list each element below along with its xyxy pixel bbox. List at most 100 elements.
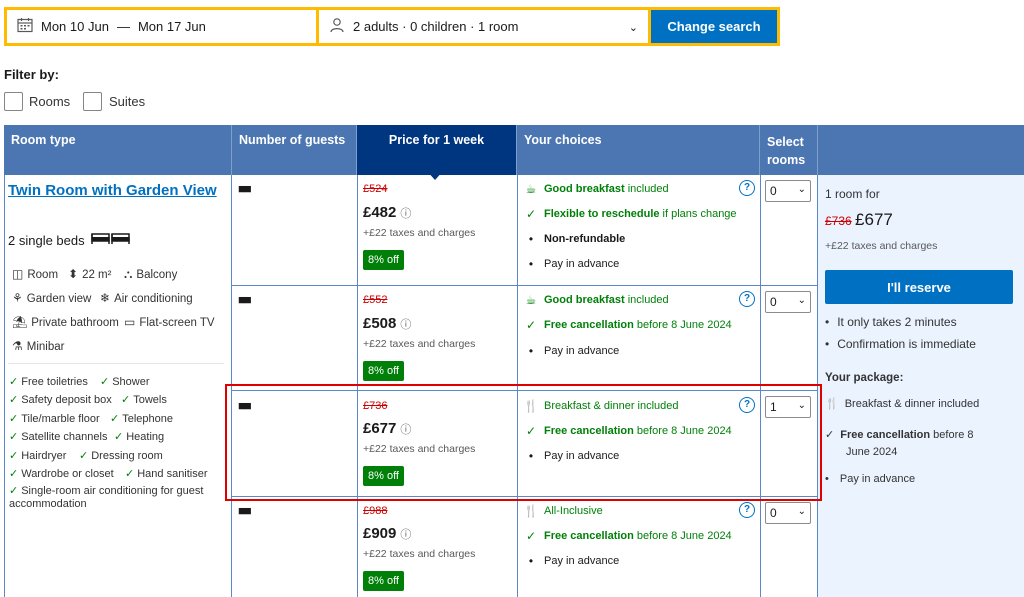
feature-balcony: ⛬ Balcony: [124, 267, 178, 281]
coffee-cup-icon: ☕: [525, 182, 537, 196]
info-icon[interactable]: ⓘ: [400, 319, 411, 331]
room-title-link[interactable]: Twin Room with Garden View: [8, 181, 218, 200]
row-separator: [231, 285, 817, 286]
suites-checkbox-label: Suites: [109, 94, 146, 109]
info-icon[interactable]: ⓘ: [400, 529, 411, 541]
reservation-summary-panel: [817, 175, 1024, 597]
filter-title: Filter by:: [4, 67, 59, 82]
help-icon[interactable]: ?: [739, 291, 755, 307]
reserve-button[interactable]: I'll reserve: [825, 270, 1013, 304]
amenity: ✓ Safety deposit box: [9, 394, 112, 406]
taxes-text: +£22 taxes and charges: [363, 227, 476, 239]
search-bar: Mon 10 Jun — Mon 17 Jun 2 adults · 0 chi…: [4, 7, 780, 46]
bullet-icon: •: [825, 473, 829, 485]
summary-price: £736 £677: [825, 210, 893, 230]
feature-room: ◫ Room: [12, 267, 59, 281]
header-your-choices: Your choices: [517, 125, 760, 175]
chevron-down-icon: ⌄: [797, 295, 806, 306]
chevron-down-icon: ⌄: [797, 506, 806, 517]
rooms-checkbox[interactable]: [4, 92, 23, 111]
amenity: ✓ Tile/marble floor: [9, 413, 100, 425]
size-icon: ⬍: [68, 267, 79, 281]
discounted-price: £508 ⓘ: [363, 315, 412, 332]
summary-taxes: +£22 taxes and charges: [825, 240, 938, 252]
feature-flat-screen-tv: ▭ Flat-screen TV: [124, 315, 215, 329]
tv-icon: ▭: [124, 315, 136, 329]
taxes-text: +£22 taxes and charges: [363, 548, 476, 560]
choice-pay: • Pay in advance: [523, 554, 619, 568]
choice-flexible: ✓ Flexible to reschedule if plans change: [523, 207, 737, 221]
choice-breakfast: ☕ Good breakfast included: [523, 293, 669, 307]
help-icon[interactable]: ?: [739, 180, 755, 196]
check-icon: ✓: [110, 413, 120, 425]
check-icon: ✓: [9, 394, 19, 406]
choice-all-inclusive: 🍴 All-Inclusive: [523, 504, 603, 518]
amenity: ✓ Wardrobe or closet: [9, 468, 114, 480]
feature-air-conditioning: ❄ Air conditioning: [100, 291, 193, 305]
guests-selector[interactable]: 2 adults · 0 children · 1 room ⌄: [319, 10, 648, 43]
package-title: Your package:: [825, 372, 904, 384]
room-quantity-select[interactable]: 0 ⌄: [765, 291, 811, 313]
check-icon: ✓: [100, 376, 110, 388]
room-quantity-select[interactable]: 0 ⌄: [765, 502, 811, 524]
check-icon: ✓: [9, 431, 19, 443]
choice-free-cancellation: ✓ Free cancellation before 8 June 2024: [523, 529, 732, 543]
guests-summary: 2 adults · 0 children · 1 room: [353, 19, 519, 34]
snowflake-icon: ❄: [100, 291, 111, 305]
rooms-checkbox-label: Rooms: [29, 94, 71, 109]
checkout-date: Mon 17 Jun: [137, 19, 206, 34]
two-guests-icon: ■■: [238, 503, 252, 518]
choice-pay: • Pay in advance: [523, 344, 619, 358]
summary-total-price: £677: [855, 210, 893, 229]
choice-breakfast: ☕ Good breakfast included: [523, 182, 669, 196]
amenity: ✓ Hairdryer: [9, 450, 67, 462]
feature-private-bathroom: ⛱ Private bathroom: [12, 315, 119, 329]
check-icon: ✓: [525, 318, 537, 332]
check-icon: ✓: [114, 431, 124, 443]
chevron-down-icon: ⌄: [628, 22, 638, 34]
checkin-date: Mon 10 Jun: [41, 19, 109, 34]
original-price: £988: [363, 505, 388, 517]
summary-original-price: £736: [825, 214, 852, 228]
two-guests-icon: ■■: [238, 181, 252, 196]
header-number-of-guests: Number of guests: [232, 125, 357, 175]
choice-pay: • Pay in advance: [523, 257, 619, 271]
discounted-price: £482 ⓘ: [363, 204, 412, 221]
dates-separator: —: [116, 19, 130, 34]
suites-checkbox[interactable]: [83, 92, 102, 111]
check-icon: ✓: [121, 394, 131, 406]
package-meal: 🍴 Breakfast & dinner included: [825, 398, 980, 410]
help-icon[interactable]: ?: [739, 502, 755, 518]
feature-minibar: ⚗ Minibar: [12, 339, 65, 353]
chevron-down-icon: ⌄: [797, 184, 806, 195]
discount-badge: 8% off: [363, 361, 404, 381]
header-select-rooms: Select rooms: [760, 125, 818, 175]
rooms-for-label: 1 room for: [825, 187, 880, 201]
choice-free-cancellation: ✓ Free cancellation before 8 June 2024: [523, 318, 732, 332]
info-icon[interactable]: ⓘ: [400, 208, 411, 220]
original-price: £524: [363, 183, 388, 195]
date-picker[interactable]: Mon 10 Jun — Mon 17 Jun: [7, 10, 316, 43]
grid-line: [4, 175, 5, 597]
fork-knife-icon: 🍴: [825, 398, 839, 410]
selected-column-marker: [426, 170, 444, 180]
amenity: ✓ Dressing room: [79, 450, 163, 462]
package-pay: • Pay in advance: [825, 473, 916, 485]
change-search-button[interactable]: Change search: [651, 10, 777, 43]
check-icon: ✓: [125, 468, 135, 480]
discounted-price: £909 ⓘ: [363, 525, 412, 542]
check-icon: ✓: [9, 485, 19, 497]
bullet-icon: •: [528, 257, 534, 271]
bullet-icon: •: [528, 554, 534, 568]
minibar-icon: ⚗: [12, 339, 23, 353]
header-summary: [818, 125, 1024, 175]
amenity: ✓ Heating: [114, 431, 165, 443]
bed-info: 2 single beds: [8, 231, 131, 248]
room-quantity-select[interactable]: 0 ⌄: [765, 180, 811, 202]
bullet-icon: •: [528, 344, 534, 358]
choice-non-refundable: • Non-refundable: [523, 232, 628, 246]
bullet-icon: •: [528, 232, 534, 246]
amenity: ✓ Satellite channels: [9, 431, 108, 443]
check-icon: ✓: [9, 468, 19, 480]
check-icon: ✓: [9, 450, 19, 462]
